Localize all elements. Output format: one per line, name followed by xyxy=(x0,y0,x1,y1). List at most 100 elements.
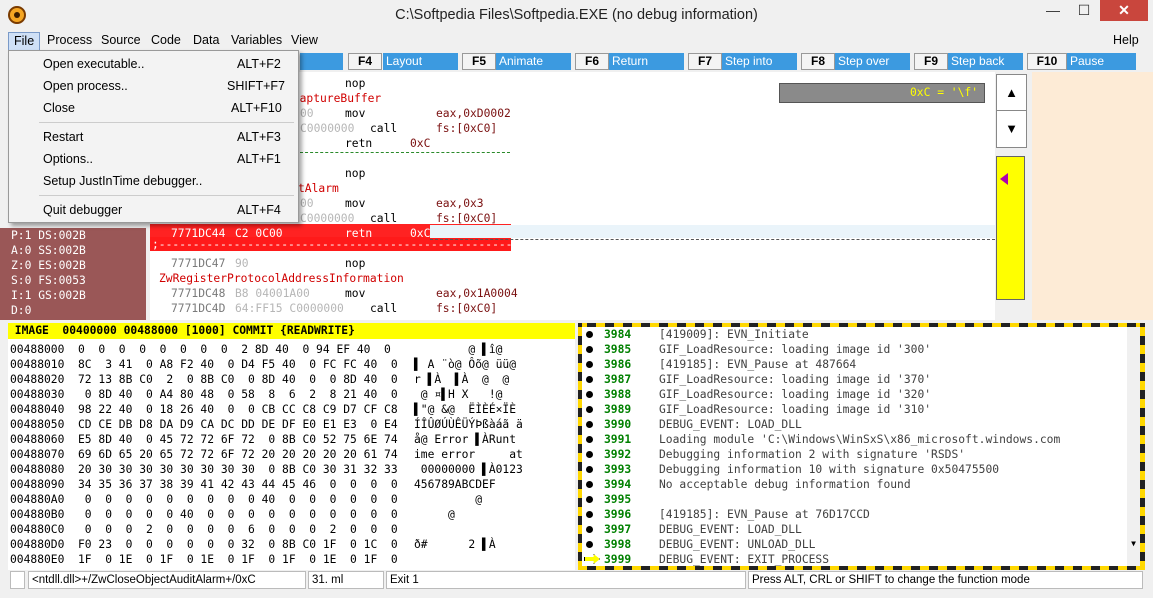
register-row[interactable]: Z:0 ES:002B xyxy=(11,258,86,273)
register-row[interactable]: S:0 FS:0053 xyxy=(11,273,86,288)
menu-file[interactable]: File xyxy=(8,32,41,51)
menu-item-label: Open process.. xyxy=(43,79,128,93)
menu-separator xyxy=(39,195,294,196)
log-scrollbar[interactable]: ▼ xyxy=(1127,327,1140,566)
menu-item-restart[interactable]: Restart ALT+F3 xyxy=(9,127,298,148)
minimize-button[interactable]: — xyxy=(1036,0,1070,21)
code-label: tAlarm xyxy=(298,182,339,195)
file-menu-dropdown: Open executable.. ALT+F2 Open process.. … xyxy=(8,50,299,223)
log-text: [419009]: EVN_Initiate xyxy=(659,328,809,341)
log-row[interactable]: 3998 DEBUG_EVENT: UNLOAD_DLL xyxy=(584,537,1134,552)
log-row[interactable]: 3989 GIF_LoadResource: loading image id '… xyxy=(584,402,1134,417)
register-row[interactable]: I:1 GS:002B xyxy=(11,288,86,303)
f7-key[interactable]: F7 xyxy=(688,53,722,70)
log-row[interactable]: 3990 DEBUG_EVENT: LOAD_DLL xyxy=(584,417,1134,432)
f10-key[interactable]: F10 xyxy=(1027,53,1067,70)
f4-label[interactable]: Layout xyxy=(383,53,458,70)
code-operand: eax,0x1A0004 xyxy=(436,287,518,300)
f5-key[interactable]: F5 xyxy=(462,53,496,70)
f8-label[interactable]: Step over xyxy=(835,53,910,70)
status-indicator xyxy=(10,571,25,589)
code-scroller: ▲ ▼ xyxy=(996,72,1030,320)
log-line-number: 3999 xyxy=(604,553,632,566)
code-line[interactable]: 7771DC4D 64:FF15 C0000000 call fs:[0xC0] xyxy=(150,301,995,316)
menu-process[interactable]: Process xyxy=(47,33,92,47)
memory-ascii: @ xyxy=(414,493,483,506)
log-row[interactable]: 3995 xyxy=(584,492,1134,507)
memory-dump-pane[interactable]: IMAGE 00400000 00488000 [1000] COMMIT {R… xyxy=(8,323,575,570)
code-label: eCaptureBuffer xyxy=(286,92,382,105)
log-row[interactable]: 3991 Loading module 'C:\Windows\WinSxS\x8… xyxy=(584,432,1134,447)
code-operand: 0xC xyxy=(410,137,431,150)
menu-view[interactable]: View xyxy=(291,33,318,47)
scroll-down-button[interactable]: ▼ xyxy=(996,110,1027,148)
log-row[interactable]: 3988 GIF_LoadResource: loading image id '… xyxy=(584,387,1134,402)
bullet-icon xyxy=(586,361,593,368)
log-text: DEBUG_EVENT: EXIT_PROCESS xyxy=(659,553,830,566)
menu-help[interactable]: Help xyxy=(1113,33,1139,47)
f5-label[interactable]: Animate xyxy=(496,53,571,70)
memory-hex: 69 6D 65 20 65 72 72 6F 72 20 20 20 20 2… xyxy=(78,448,398,461)
log-pane[interactable]: 3984 [419009]: EVN_Initiate 3985 GIF_LoadRe… xyxy=(578,323,1145,570)
scroll-down-icon[interactable]: ▼ xyxy=(1127,537,1140,551)
memory-address: 00488010 xyxy=(10,358,65,371)
f10-label[interactable]: Pause xyxy=(1067,53,1136,70)
menu-data[interactable]: Data xyxy=(193,33,219,47)
f8-key[interactable]: F8 xyxy=(801,53,835,70)
code-line[interactable]: 7771DC47 90 nop xyxy=(150,256,995,271)
menu-item-setup-jit[interactable]: Setup JustInTime debugger.. xyxy=(9,171,298,192)
log-row[interactable]: 3984 [419009]: EVN_Initiate xyxy=(584,327,1134,342)
menu-code[interactable]: Code xyxy=(151,33,181,47)
log-row[interactable]: 3997 DEBUG_EVENT: LOAD_DLL xyxy=(584,522,1134,537)
watch-value[interactable]: 0xC = '\f' xyxy=(779,83,985,103)
bullet-icon xyxy=(586,421,593,428)
register-row[interactable]: D:0 xyxy=(11,303,31,318)
code-operand: fs:[0xC0] xyxy=(436,302,498,315)
log-text: [419185]: EVN_Pause at 76D17CCD xyxy=(659,508,870,521)
code-mnemonic: retn xyxy=(345,137,373,150)
f6-key[interactable]: F6 xyxy=(575,53,609,70)
f9-label[interactable]: Step back xyxy=(948,53,1023,70)
memory-hex: 0 0 0 0 0 0 0 0 0 40 0 0 0 0 0 0 xyxy=(78,493,398,506)
menu-item-quit[interactable]: Quit debugger ALT+F4 xyxy=(9,200,298,221)
scroll-up-button[interactable]: ▲ xyxy=(996,74,1027,112)
menu-item-label: Close xyxy=(43,101,75,115)
code-label: ZwRegisterProtocolAddressInformation xyxy=(159,272,404,285)
log-row[interactable]: 3994 No acceptable debug information foun… xyxy=(584,477,1134,492)
registers-pane[interactable]: P:1 DS:002B A:0 SS:002B Z:0 ES:002B S:0 … xyxy=(0,228,146,320)
log-line-number: 3998 xyxy=(604,538,632,551)
log-row[interactable]: 3992 Debugging information 2 with signatu… xyxy=(584,447,1134,462)
memory-ascii: ÍÎÛØÚÙÊÜÝÞßàáã ä xyxy=(414,418,523,431)
register-row[interactable]: A:0 SS:002B xyxy=(11,243,86,258)
menu-source[interactable]: Source xyxy=(101,33,141,47)
menu-item-open-executable[interactable]: Open executable.. ALT+F2 xyxy=(9,54,298,75)
log-line-number: 3990 xyxy=(604,418,632,431)
code-position-bar[interactable] xyxy=(996,156,1025,300)
bullet-icon xyxy=(586,496,593,503)
f4-key[interactable]: F4 xyxy=(348,53,382,70)
side-pane[interactable] xyxy=(1032,72,1153,320)
log-row[interactable]: 3993 Debugging information 10 with signat… xyxy=(584,462,1134,477)
log-row[interactable]: 3987 GIF_LoadResource: loading image id '… xyxy=(584,372,1134,387)
f7-label[interactable]: Step into xyxy=(722,53,797,70)
memory-address: 004880E0 xyxy=(10,553,65,566)
f9-key[interactable]: F9 xyxy=(914,53,948,70)
log-row[interactable]: 3999 DEBUG_EVENT: EXIT_PROCESS xyxy=(584,552,1134,567)
register-row[interactable]: P:1 DS:002B xyxy=(11,228,86,243)
log-row[interactable]: 3996 [419185]: EVN_Pause at 76D17CCD xyxy=(584,507,1134,522)
memory-address: 004880A0 xyxy=(10,493,65,506)
log-row[interactable]: 3985 GIF_LoadResource: loading image id '… xyxy=(584,342,1134,357)
code-line[interactable]: ZwRegisterProtocolAddressInformation xyxy=(150,271,995,286)
maximize-button[interactable]: ☐ xyxy=(1067,0,1101,21)
f6-label[interactable]: Return xyxy=(609,53,684,70)
menu-item-options[interactable]: Options.. ALT+F1 xyxy=(9,149,298,170)
status-bar: <ntdll.dll>+/ZwCloseObjectAuditAlarm+/0x… xyxy=(0,570,1153,598)
memory-address: 00488060 xyxy=(10,433,65,446)
menu-item-open-process[interactable]: Open process.. SHIFT+F7 xyxy=(9,76,298,97)
bullet-icon xyxy=(586,346,593,353)
code-line[interactable]: 7771DC48 B8 04001A00 mov eax,0x1A0004 xyxy=(150,286,995,301)
menu-variables[interactable]: Variables xyxy=(231,33,282,47)
log-row[interactable]: 3986 [419185]: EVN_Pause at 487664 xyxy=(584,357,1134,372)
menu-item-close[interactable]: Close ALT+F10 xyxy=(9,98,298,119)
close-button[interactable]: ✕ xyxy=(1100,0,1148,21)
